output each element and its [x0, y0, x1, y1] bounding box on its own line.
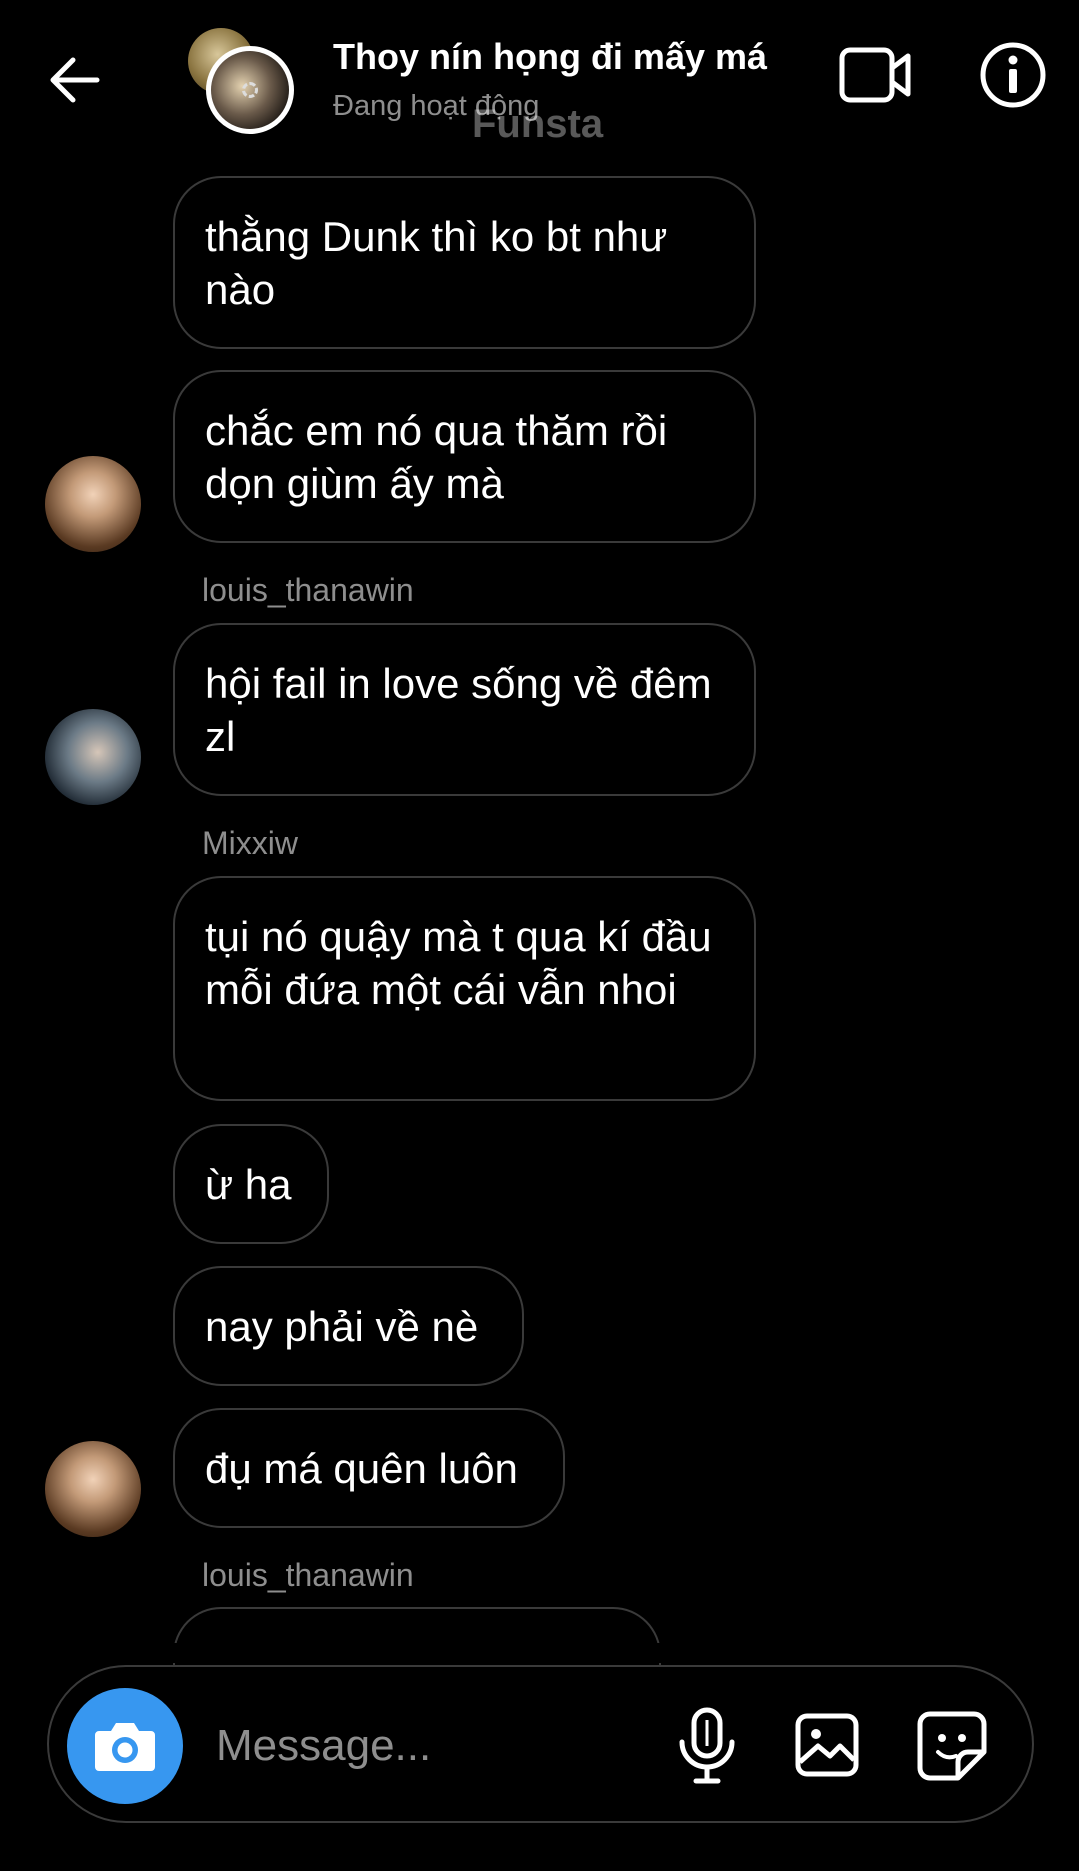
camera-button[interactable]	[67, 1688, 183, 1804]
sender-name: Mixxiw	[202, 825, 298, 861]
video-camera-icon	[839, 47, 911, 103]
info-icon	[980, 42, 1046, 108]
back-button[interactable]	[40, 45, 110, 115]
gallery-button[interactable]	[794, 1712, 860, 1778]
group-avatar-front	[206, 46, 294, 134]
loading-spinner-icon	[242, 82, 258, 98]
message-bubble[interactable]: hội fail in love sống về đêm zl	[173, 623, 756, 796]
chat-title[interactable]: Thoy nín họng đi mấy má	[333, 36, 767, 78]
microphone-icon	[679, 1707, 735, 1784]
sticker-icon	[917, 1711, 987, 1781]
scroll-edge	[0, 1643, 1079, 1663]
gallery-icon	[795, 1713, 859, 1777]
camera-icon	[95, 1723, 155, 1771]
watermark: Funsta	[472, 102, 604, 146]
voice-message-button[interactable]	[672, 1706, 742, 1786]
sender-name: louis_thanawin	[202, 572, 414, 608]
message-bubble[interactable]: đụ má quên luôn	[173, 1408, 565, 1528]
message-bubble[interactable]: tụi nó quậy mà t qua kí đầu mỗi đứa một …	[173, 876, 756, 1101]
info-button[interactable]	[978, 40, 1048, 110]
message-bubble[interactable]: nay phải về nè	[173, 1266, 524, 1386]
sender-name: louis_thanawin	[202, 1557, 414, 1593]
group-avatar[interactable]	[188, 28, 294, 134]
avatar[interactable]	[45, 456, 141, 552]
avatar[interactable]	[45, 709, 141, 805]
sticker-button[interactable]	[916, 1710, 988, 1782]
message-input[interactable]	[216, 1714, 636, 1778]
message-bubble[interactable]: chắc em nó qua thăm rồi dọn giùm ấy mà	[173, 370, 756, 543]
avatar[interactable]	[45, 1441, 141, 1537]
video-call-button[interactable]	[838, 44, 914, 106]
message-bubble[interactable]: ừ ha	[173, 1124, 329, 1244]
message-bubble[interactable]: thằng Dunk thì ko bt như nào	[173, 176, 756, 349]
back-arrow-icon	[50, 57, 100, 103]
